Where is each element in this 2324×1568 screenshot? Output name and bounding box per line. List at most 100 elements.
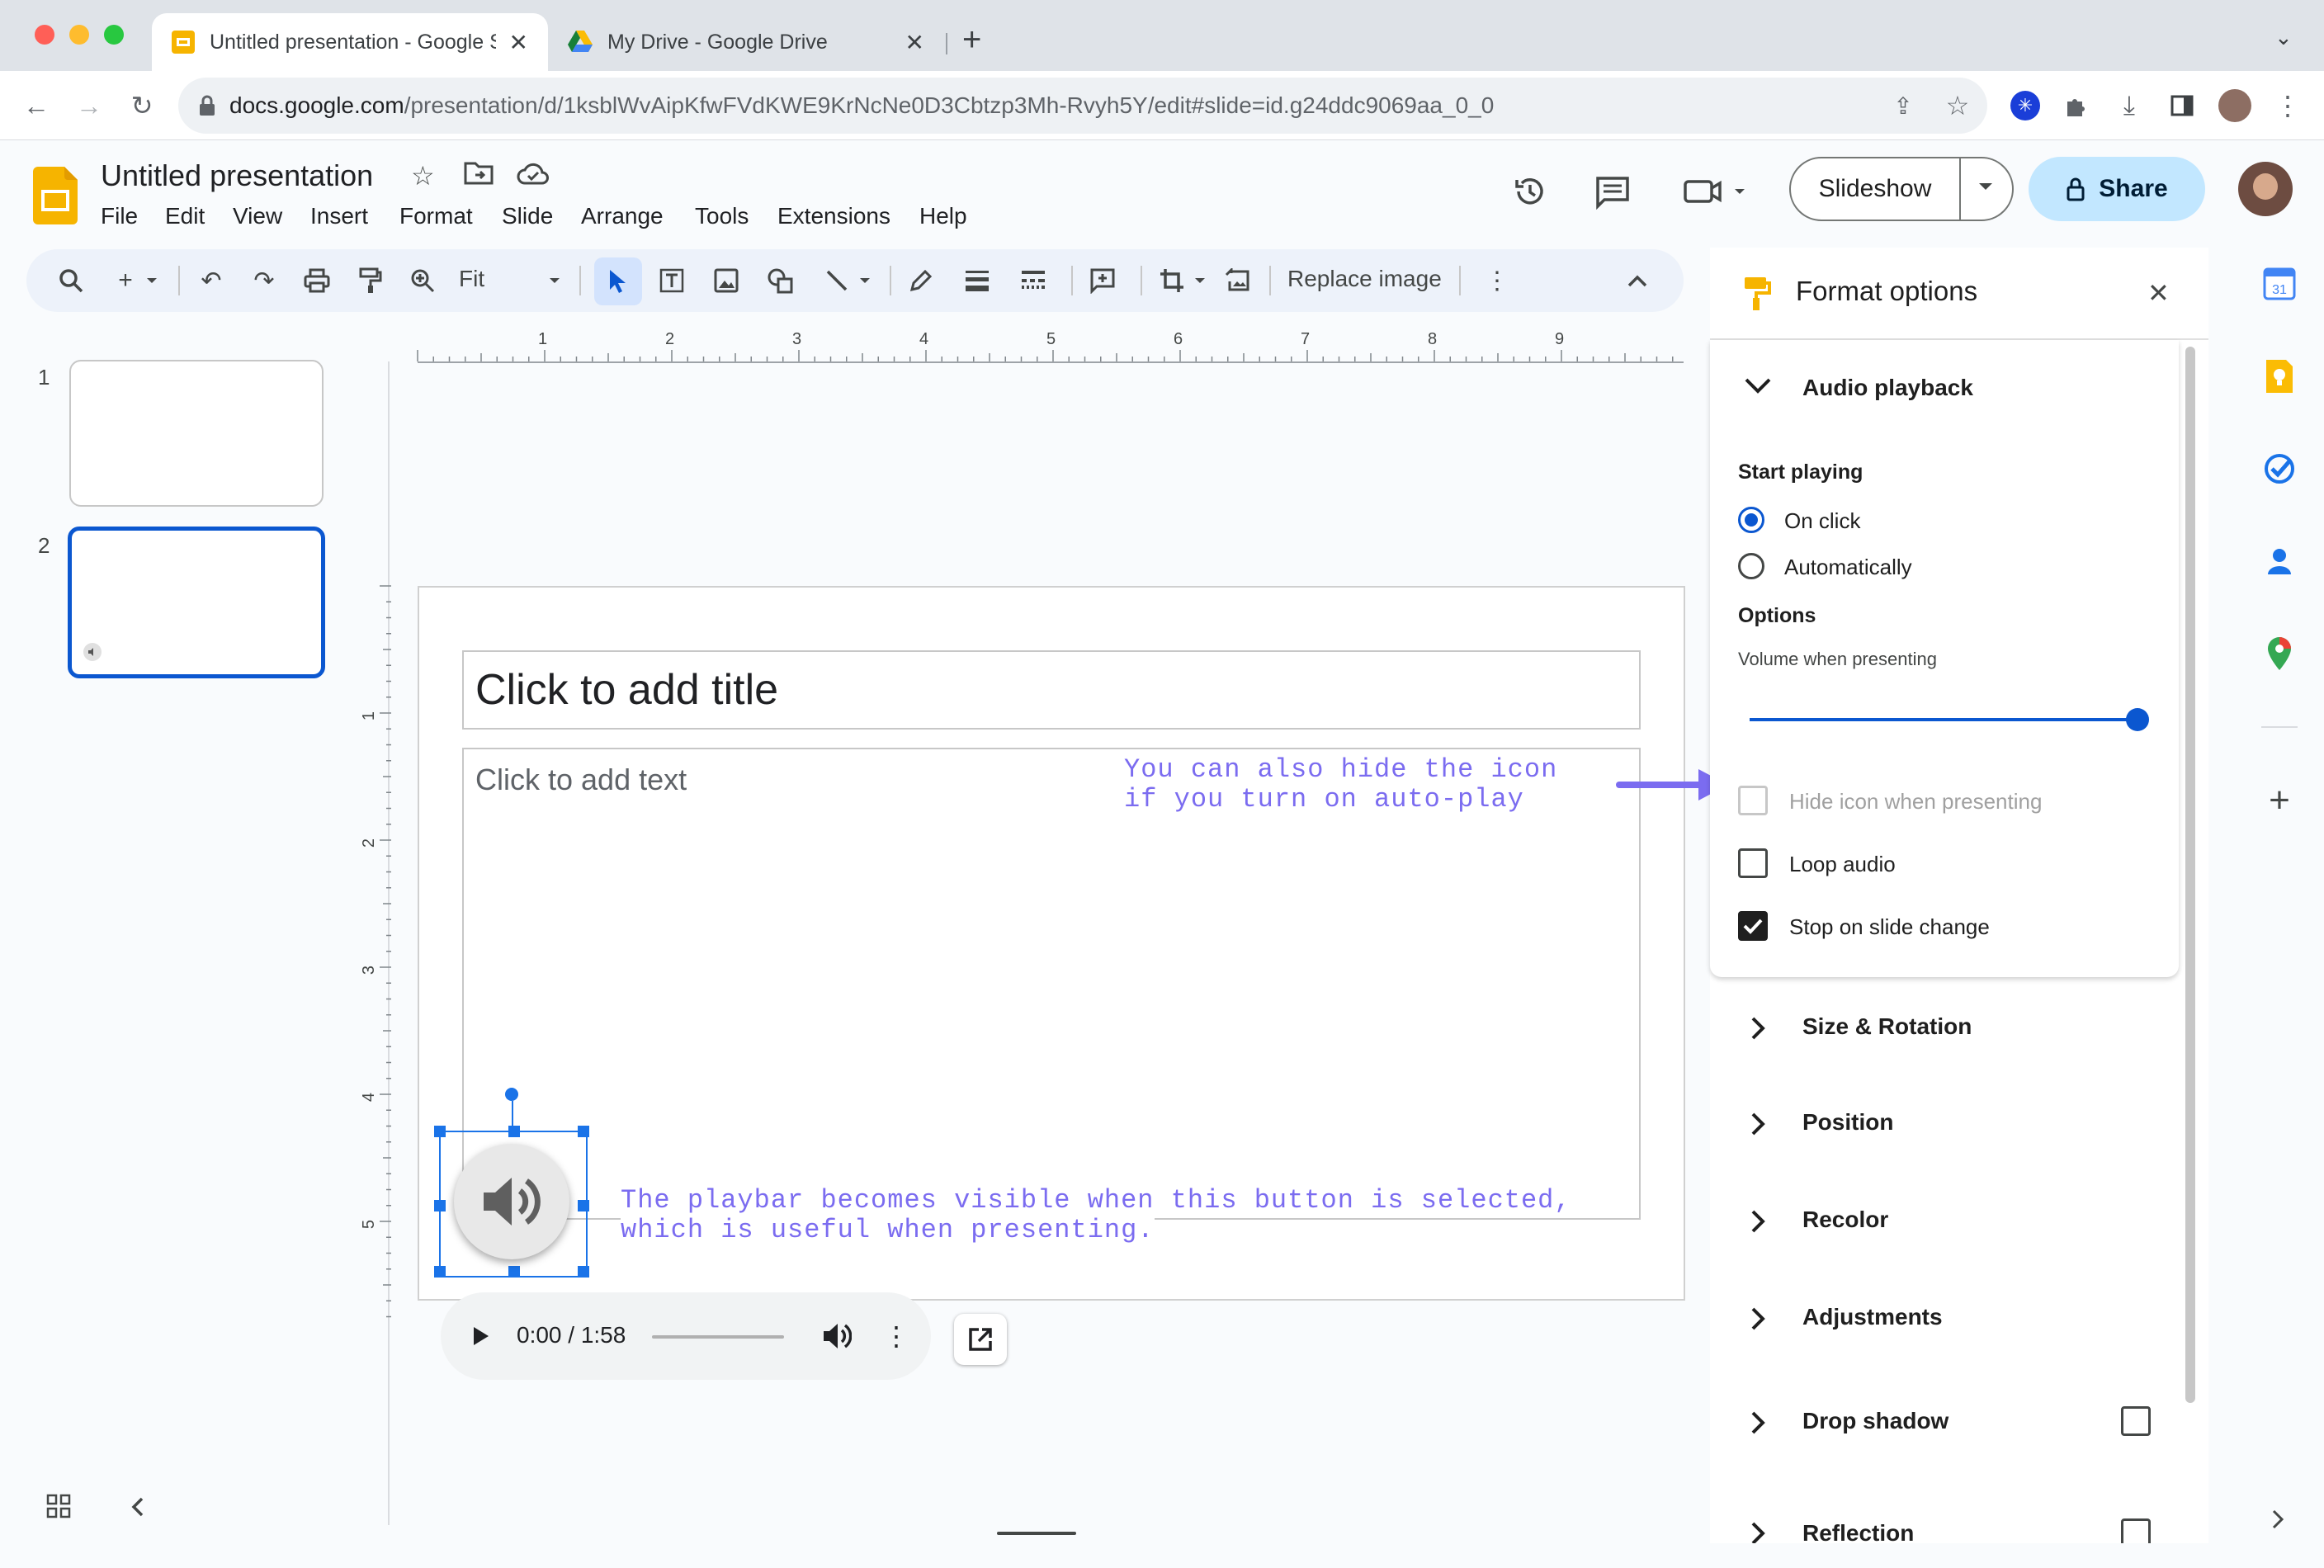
- shape-icon[interactable]: [764, 264, 797, 297]
- chevron-down-icon[interactable]: [1743, 376, 1773, 396]
- reset-image-icon[interactable]: [1221, 264, 1254, 297]
- menu-file[interactable]: File: [101, 203, 138, 229]
- slides-logo-icon[interactable]: [33, 167, 78, 224]
- print-icon[interactable]: [300, 264, 333, 297]
- progress-slider[interactable]: [652, 1335, 784, 1339]
- section-drop-shadow[interactable]: Drop shadow: [1710, 1373, 2179, 1471]
- title-placeholder[interactable]: Click to add title: [462, 650, 1641, 730]
- calendar-icon[interactable]: 31: [2261, 266, 2298, 302]
- reflection-checkbox[interactable]: [2121, 1518, 2151, 1543]
- address-bar[interactable]: docs.google.com/presentation/d/1ksblWvAi…: [178, 78, 1987, 134]
- account-avatar[interactable]: [2238, 162, 2293, 216]
- section-position[interactable]: Position: [1710, 1074, 2179, 1172]
- resize-handle[interactable]: [434, 1266, 446, 1278]
- hide-icon-checkbox[interactable]: [1738, 786, 1768, 815]
- reload-icon[interactable]: ↻: [125, 89, 158, 122]
- chevron-down-icon[interactable]: [142, 264, 162, 297]
- maximize-window-button[interactable]: [104, 25, 124, 45]
- menu-slide[interactable]: Slide: [502, 203, 553, 229]
- more-options-icon[interactable]: ⋮: [1481, 264, 1514, 297]
- resize-handle[interactable]: [508, 1266, 520, 1278]
- audio-playback-header[interactable]: Audio playback: [1802, 375, 1973, 401]
- automatically-radio[interactable]: [1738, 553, 1764, 579]
- resize-handle[interactable]: [578, 1126, 589, 1137]
- chevron-down-icon[interactable]: [545, 264, 564, 297]
- bookmark-star-icon[interactable]: ☆: [1941, 89, 1974, 122]
- section-recolor[interactable]: Recolor: [1710, 1172, 2179, 1269]
- menu-tools[interactable]: Tools: [695, 203, 749, 229]
- resize-handle[interactable]: [434, 1200, 446, 1211]
- rotate-handle[interactable]: [505, 1088, 518, 1101]
- audio-button[interactable]: [454, 1144, 569, 1259]
- minimize-window-button[interactable]: [69, 25, 89, 45]
- stop-on-slide-change-checkbox[interactable]: [1738, 911, 1768, 941]
- keep-icon[interactable]: [2261, 358, 2298, 394]
- body-placeholder[interactable]: Click to add text: [462, 748, 1641, 1220]
- chevron-down-icon[interactable]: [1190, 264, 1210, 297]
- back-arrow-icon[interactable]: ←: [20, 89, 53, 122]
- forward-arrow-icon[interactable]: →: [73, 89, 106, 122]
- collapse-menus-chevron-icon[interactable]: [1621, 264, 1654, 297]
- tab-drive[interactable]: My Drive - Google Drive ✕: [548, 13, 944, 71]
- close-window-button[interactable]: [35, 25, 54, 45]
- slide-thumbnail-1[interactable]: [69, 360, 324, 507]
- border-dash-icon[interactable]: [1017, 264, 1050, 297]
- meet-camera-icon[interactable]: [1684, 173, 1750, 210]
- maps-icon[interactable]: [2261, 635, 2298, 672]
- zoom-icon[interactable]: [406, 264, 439, 297]
- share-page-icon[interactable]: ⇪: [1887, 89, 1920, 122]
- border-weight-icon[interactable]: [961, 264, 994, 297]
- grid-view-icon[interactable]: [46, 1494, 71, 1518]
- close-panel-icon[interactable]: ✕: [2147, 277, 2170, 309]
- player-more-icon[interactable]: ⋮: [883, 1320, 909, 1352]
- tab-slides[interactable]: Untitled presentation - Google Slides ✕: [152, 13, 548, 71]
- move-folder-icon[interactable]: [464, 160, 494, 185]
- section-reflection[interactable]: Reflection: [1710, 1485, 2179, 1543]
- contacts-icon[interactable]: [2261, 543, 2298, 579]
- resize-handle[interactable]: [578, 1266, 589, 1278]
- undo-icon[interactable]: ↶: [195, 264, 228, 297]
- new-tab-button[interactable]: +: [962, 21, 981, 59]
- chevron-down-icon[interactable]: [855, 264, 875, 297]
- line-icon[interactable]: [820, 264, 853, 297]
- play-icon[interactable]: [472, 1325, 490, 1347]
- extension-icon[interactable]: ✳: [2010, 91, 2040, 120]
- resize-handle[interactable]: [578, 1200, 589, 1211]
- replace-image-button[interactable]: Replace image: [1287, 266, 1442, 292]
- menu-format[interactable]: Format: [399, 203, 473, 229]
- close-icon[interactable]: ✕: [905, 29, 924, 56]
- select-pointer-icon[interactable]: [594, 257, 642, 305]
- drop-shadow-checkbox[interactable]: [2121, 1406, 2151, 1436]
- expand-side-panel-chevron-icon[interactable]: [2271, 1509, 2284, 1530]
- menu-arrange[interactable]: Arrange: [581, 203, 664, 229]
- menu-edit[interactable]: Edit: [165, 203, 205, 229]
- panel-scrollbar[interactable]: [2185, 347, 2195, 1403]
- paint-format-icon[interactable]: [353, 264, 386, 297]
- tasks-icon[interactable]: [2261, 451, 2298, 487]
- volume-slider-thumb[interactable]: [2126, 708, 2149, 731]
- chevron-down-icon[interactable]: [1977, 178, 1994, 195]
- menu-insert[interactable]: Insert: [310, 203, 368, 229]
- close-icon[interactable]: ✕: [509, 29, 528, 56]
- menu-help[interactable]: Help: [919, 203, 967, 229]
- section-size-rotation[interactable]: Size & Rotation: [1710, 977, 2179, 1074]
- search-menus-icon[interactable]: [54, 264, 87, 297]
- doc-title[interactable]: Untitled presentation: [101, 158, 373, 193]
- add-comment-icon[interactable]: [1086, 264, 1119, 297]
- profile-avatar[interactable]: [2218, 89, 2251, 122]
- slide-thumbnail-2[interactable]: [68, 527, 325, 678]
- zoom-select[interactable]: Fit: [459, 266, 484, 292]
- volume-slider[interactable]: [1750, 708, 2149, 731]
- crop-icon[interactable]: [1155, 264, 1188, 297]
- menu-view[interactable]: View: [233, 203, 282, 229]
- new-slide-plus-icon[interactable]: +: [109, 264, 142, 297]
- slideshow-button[interactable]: Slideshow: [1789, 157, 2014, 221]
- volume-icon[interactable]: [822, 1322, 852, 1350]
- download-icon[interactable]: ⤓: [2113, 89, 2146, 122]
- loop-audio-checkbox[interactable]: [1738, 848, 1768, 878]
- border-color-pencil-icon[interactable]: [905, 264, 938, 297]
- comments-icon[interactable]: [1594, 173, 1631, 210]
- extensions-puzzle-icon[interactable]: [2060, 89, 2093, 122]
- side-panel-icon[interactable]: [2166, 89, 2199, 122]
- section-adjustments[interactable]: Adjustments: [1710, 1269, 2179, 1367]
